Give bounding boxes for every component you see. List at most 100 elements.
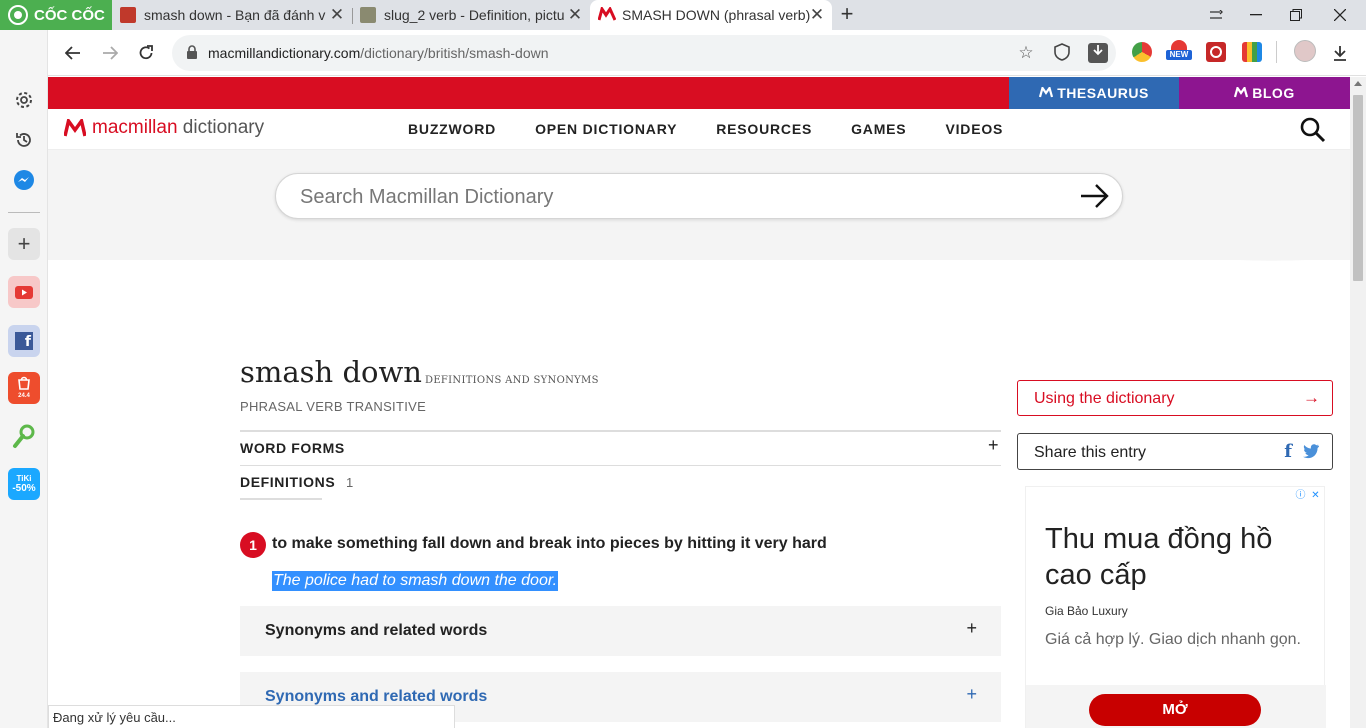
headword-subtitle: DEFINITIONS AND SYNONYMS <box>425 375 599 386</box>
search-input[interactable]: Search Macmillan Dictionary <box>275 173 1123 219</box>
shield-favicon-icon <box>120 7 136 23</box>
blog-link[interactable]: BLOG <box>1179 77 1350 109</box>
red-ext-icon[interactable] <box>1206 42 1226 62</box>
ad-close-icon[interactable]: ✕ <box>1309 489 1322 502</box>
close-tab-icon[interactable]: ✕ <box>328 6 346 24</box>
tab-bar: CỐC CỐC smash down - Bạn đã đánh v ✕ slu… <box>0 0 1366 30</box>
close-tab-icon[interactable]: ✕ <box>808 6 826 24</box>
example-sentence-selected[interactable]: The police had to smash down the door. <box>272 571 559 591</box>
thesaurus-link[interactable]: THESAURUS <box>1009 77 1179 109</box>
synonyms-label: Synonyms and related words <box>265 688 488 705</box>
browser-sidebar: + f 24.4 TiKi -50% <box>0 30 48 728</box>
close-tab-icon[interactable]: ✕ <box>566 6 584 24</box>
tab-menu-icon[interactable] <box>1196 0 1236 30</box>
nav-games[interactable]: GAMES <box>851 121 906 137</box>
divider <box>240 465 1001 466</box>
macmillan-mark-icon <box>64 119 86 137</box>
new-badge-label: NEW <box>1166 50 1192 60</box>
expand-plus-icon[interactable]: + <box>966 684 977 705</box>
download-page-icon[interactable] <box>1088 43 1108 63</box>
bookmark-star-icon[interactable]: ☆ <box>1016 43 1036 63</box>
ad-info-icon[interactable]: ⓘ <box>1294 489 1307 502</box>
toolbar-divider <box>1276 41 1277 63</box>
part-of-speech: PHRASAL VERB TRANSITIVE <box>240 399 427 414</box>
reload-icon[interactable] <box>132 39 160 67</box>
blog-logo-icon <box>1234 85 1249 101</box>
share-label: Share this entry <box>1034 444 1147 461</box>
page-favicon-icon <box>360 7 376 23</box>
downloads-icon[interactable] <box>1326 39 1354 67</box>
shield-icon[interactable] <box>1052 43 1072 63</box>
nav-links: BUZZWORD OPEN DICTIONARY RESOURCES GAMES… <box>408 121 1003 137</box>
search-placeholder: Search Macmillan Dictionary <box>300 186 554 208</box>
facebook-icon[interactable]: f <box>8 325 40 357</box>
browser-toolbar: macmillandictionary.com/dictionary/briti… <box>0 30 1366 76</box>
definitions-underline <box>240 498 322 500</box>
definitions-heading: DEFINITIONS <box>240 474 336 490</box>
tiki-icon[interactable]: TiKi -50% <box>8 468 40 500</box>
map-icon[interactable] <box>8 420 40 452</box>
word-forms-toggle[interactable]: WORD FORMS <box>240 440 345 456</box>
search-icon[interactable] <box>1300 117 1326 143</box>
divider <box>240 430 1001 432</box>
ad-choices[interactable]: ⓘ ✕ <box>1294 489 1322 502</box>
logo-text-macmillan: macmillan <box>92 117 178 138</box>
search-submit-arrow-icon[interactable] <box>1080 183 1110 209</box>
sense-number-badge: 1 <box>240 532 266 558</box>
macmillan-logo[interactable]: macmillan dictionary <box>64 117 264 139</box>
tab-title: slug_2 verb - Definition, pictu <box>384 7 565 23</box>
status-bar: Đang xử lý yêu cầu... <box>48 705 455 728</box>
brand-label: CỐC CỐC <box>34 6 105 24</box>
nav-open-dictionary[interactable]: OPEN DICTIONARY <box>535 121 677 137</box>
definitions-count: 1 <box>346 475 354 490</box>
shopee-label: 24.4 <box>18 392 30 399</box>
add-icon[interactable]: + <box>8 228 40 260</box>
expand-plus-icon[interactable]: + <box>988 435 999 456</box>
nav-videos[interactable]: VIDEOS <box>945 121 1003 137</box>
nav-buzzword[interactable]: BUZZWORD <box>408 121 496 137</box>
using-the-dictionary-button[interactable]: Using the dictionary → <box>1017 380 1333 416</box>
restore-icon[interactable] <box>1276 0 1316 30</box>
page-scrollbar[interactable] <box>1350 77 1366 728</box>
share-entry-box: Share this entry f <box>1017 433 1333 470</box>
page-content: THESAURUS BLOG macmillan dictionary BUZZ… <box>48 77 1350 728</box>
synonyms-panel[interactable]: Synonyms and related words + <box>240 606 1001 656</box>
blog-label: BLOG <box>1252 85 1295 101</box>
scrollbar-thumb[interactable] <box>1353 95 1363 281</box>
ad-description: Giá cả hợp lý. Giao dịch nhanh gọn. <box>1045 631 1301 648</box>
coccoc-logo-icon <box>8 5 28 25</box>
tab-smash-down-search[interactable]: smash down - Bạn đã đánh v ✕ <box>112 0 352 30</box>
expand-plus-icon[interactable]: + <box>966 618 977 639</box>
tiki-discount: -50% <box>12 483 36 494</box>
shopee-icon[interactable]: 24.4 <box>8 372 40 404</box>
address-bar[interactable]: macmillandictionary.com/dictionary/briti… <box>172 35 1116 71</box>
advertisement[interactable]: ⓘ ✕ Thu mua đồng hồ cao cấp Gia Bảo Luxu… <box>1025 486 1326 728</box>
tab-smash-down-macmillan[interactable]: SMASH DOWN (phrasal verb) ✕ <box>590 0 832 30</box>
youtube-icon[interactable] <box>8 276 40 308</box>
history-icon[interactable] <box>8 124 40 156</box>
new-tab-button[interactable]: + <box>836 2 858 26</box>
tab-title: SMASH DOWN (phrasal verb) <box>622 7 811 23</box>
twitter-share-icon[interactable] <box>1302 443 1320 459</box>
thesaurus-label: THESAURUS <box>1057 85 1149 101</box>
new-badge-icon[interactable]: NEW <box>1166 40 1192 64</box>
back-icon[interactable] <box>59 39 87 67</box>
forward-icon[interactable] <box>96 39 124 67</box>
facebook-share-icon[interactable]: f <box>1284 441 1292 462</box>
coccoc-brand[interactable]: CỐC CỐC <box>0 0 112 30</box>
logo-text-dictionary: dictionary <box>177 117 265 138</box>
thesaurus-logo-icon <box>1039 85 1054 101</box>
ad-advertiser: Gia Bảo Luxury <box>1045 604 1128 618</box>
avatar[interactable] <box>1294 40 1316 62</box>
settings-icon[interactable] <box>8 84 40 116</box>
close-window-icon[interactable] <box>1320 0 1360 30</box>
messenger-icon[interactable] <box>8 164 40 196</box>
ad-open-button[interactable]: MỞ <box>1089 694 1261 726</box>
nav-resources[interactable]: RESOURCES <box>716 121 812 137</box>
coccoc-ext-icon[interactable] <box>1132 42 1152 62</box>
tab-title: smash down - Bạn đã đánh v <box>144 7 326 23</box>
minimize-icon[interactable] <box>1236 0 1276 30</box>
palette-ext-icon[interactable] <box>1242 42 1262 62</box>
tab-slug-verb[interactable]: slug_2 verb - Definition, pictu ✕ <box>352 0 590 30</box>
scroll-up-arrow-icon[interactable] <box>1354 81 1362 86</box>
